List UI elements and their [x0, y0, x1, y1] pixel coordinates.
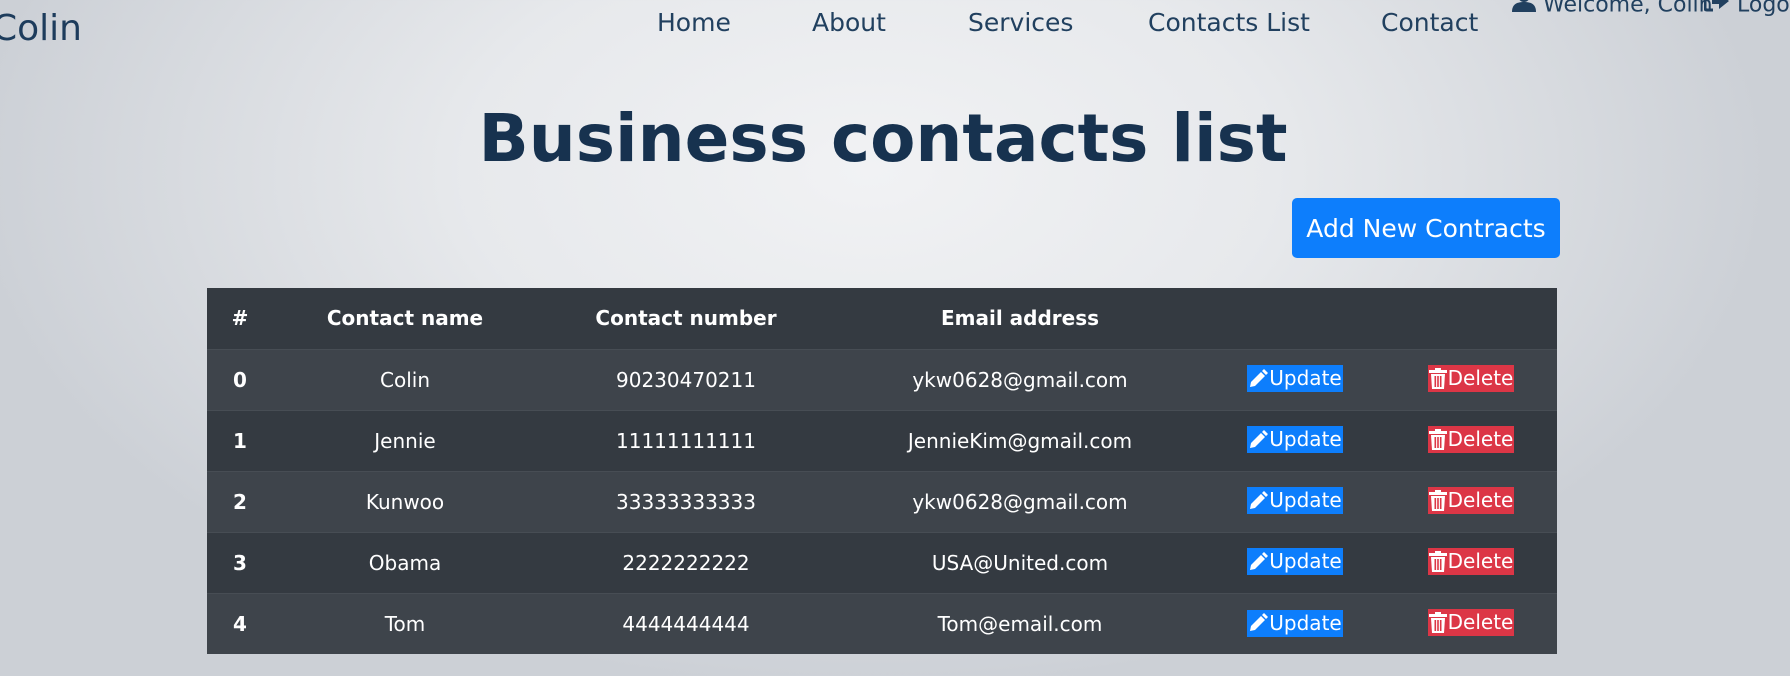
email-cell: USA@United.com — [835, 531, 1205, 593]
trash-icon — [1428, 551, 1447, 572]
delete-cell: Delete — [1385, 531, 1557, 593]
trash-icon — [1428, 490, 1447, 511]
delete-label: Delete — [1447, 488, 1514, 512]
pencil-icon — [1248, 368, 1269, 389]
update-cell: Update — [1205, 531, 1385, 593]
update-label: Update — [1269, 427, 1342, 452]
header-update — [1205, 288, 1385, 349]
table-row: 2 Kunwoo 33333333333 ykw0628@gmail.com Updat… — [207, 470, 1557, 532]
update-cell: Update — [1205, 409, 1385, 471]
trash-icon — [1428, 429, 1447, 450]
user-icon — [1512, 0, 1536, 21]
header-index: # — [207, 288, 273, 349]
contact-name-cell: Obama — [273, 531, 537, 593]
update-label: Update — [1269, 366, 1342, 391]
row-index: 4 — [207, 592, 273, 654]
delete-cell: Delete — [1385, 409, 1557, 471]
page-title: Business contacts list — [478, 100, 1288, 177]
update-label: Update — [1269, 610, 1342, 635]
update-label: Update — [1269, 549, 1342, 574]
pencil-icon — [1248, 490, 1269, 511]
contacts-table-container: # Contact name Contact number Email addr… — [207, 288, 1557, 654]
contact-name-cell: Colin — [273, 348, 537, 410]
contact-number-cell: 11111111111 — [537, 409, 835, 471]
delete-button[interactable]: Delete — [1427, 487, 1515, 514]
update-cell: Update — [1205, 348, 1385, 410]
nav-contacts-list[interactable]: Contacts List — [1148, 6, 1310, 40]
delete-label: Delete — [1447, 610, 1514, 635]
table-row: 4 Tom 4444444444 Tom@email.com Update Delete — [207, 592, 1557, 654]
update-label: Update — [1269, 488, 1342, 513]
contacts-table: # Contact name Contact number Email addr… — [207, 288, 1557, 654]
row-index: 0 — [207, 348, 273, 410]
logout-text: Logout — [1737, 0, 1790, 18]
delete-button[interactable]: Delete — [1427, 365, 1515, 392]
update-button[interactable]: Update — [1247, 487, 1343, 515]
delete-label: Delete — [1447, 366, 1514, 390]
add-new-contact-button[interactable]: Add New Contracts — [1292, 198, 1560, 258]
contact-name-cell: Kunwoo — [273, 470, 537, 532]
contact-name-cell: Jennie — [273, 409, 537, 471]
logout-link[interactable]: Logout — [1703, 0, 1790, 21]
delete-label: Delete — [1447, 549, 1514, 573]
update-cell: Update — [1205, 470, 1385, 532]
delete-label: Delete — [1447, 427, 1514, 451]
header-contact-name: Contact name — [273, 288, 537, 349]
header-delete — [1385, 288, 1557, 349]
trash-icon — [1428, 368, 1447, 389]
trash-icon — [1428, 612, 1447, 634]
delete-button[interactable]: Delete — [1427, 426, 1515, 453]
nav-about[interactable]: About — [812, 6, 886, 40]
contact-name-cell: Tom — [273, 592, 537, 654]
row-index: 2 — [207, 470, 273, 532]
email-cell: ykw0628@gmail.com — [835, 470, 1205, 532]
pencil-icon — [1248, 429, 1269, 450]
update-cell: Update — [1205, 592, 1385, 654]
table-row: 3 Obama 2222222222 USA@United.com Update Dele… — [207, 531, 1557, 593]
nav-contact[interactable]: Contact — [1381, 6, 1478, 40]
update-button[interactable]: Update — [1247, 426, 1343, 454]
row-index: 1 — [207, 409, 273, 471]
contact-number-cell: 90230470211 — [537, 348, 835, 410]
nav-home[interactable]: Home — [657, 6, 731, 40]
pencil-icon — [1248, 551, 1269, 572]
delete-button[interactable]: Delete — [1427, 609, 1515, 637]
delete-cell: Delete — [1385, 592, 1557, 654]
contact-number-cell: 33333333333 — [537, 470, 835, 532]
delete-cell: Delete — [1385, 348, 1557, 410]
welcome-text: Welcome, Colin — [1543, 0, 1713, 18]
delete-button[interactable]: Delete — [1427, 548, 1515, 575]
header-contact-number: Contact number — [537, 288, 835, 349]
pencil-icon — [1248, 613, 1269, 633]
email-cell: JennieKim@gmail.com — [835, 409, 1205, 471]
nav-services[interactable]: Services — [968, 6, 1073, 40]
update-button[interactable]: Update — [1247, 365, 1343, 393]
update-button[interactable]: Update — [1247, 609, 1343, 637]
welcome-user: Welcome, Colin — [1512, 0, 1713, 21]
contact-number-cell: 2222222222 — [537, 531, 835, 593]
header-email: Email address — [835, 288, 1205, 349]
sign-out-icon — [1703, 0, 1730, 21]
email-cell: ykw0628@gmail.com — [835, 348, 1205, 410]
contact-number-cell: 4444444444 — [537, 592, 835, 654]
table-row: 0 Colin 90230470211 ykw0628@gmail.com Update… — [207, 348, 1557, 410]
table-header-row: # Contact name Contact number Email addr… — [207, 288, 1557, 349]
row-index: 3 — [207, 531, 273, 593]
delete-cell: Delete — [1385, 470, 1557, 532]
email-cell: Tom@email.com — [835, 592, 1205, 654]
table-row: 1 Jennie 11111111111 JennieKim@gmail.com Upd… — [207, 409, 1557, 471]
update-button[interactable]: Update — [1247, 548, 1343, 576]
